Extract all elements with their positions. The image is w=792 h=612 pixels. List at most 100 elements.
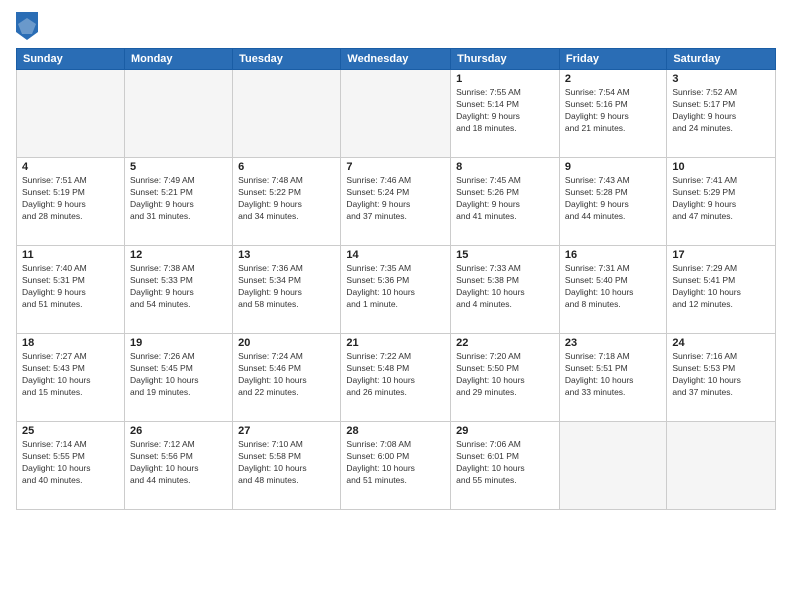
day-header-thursday: Thursday xyxy=(451,49,560,70)
day-info: Sunrise: 7:38 AM Sunset: 5:33 PM Dayligh… xyxy=(130,263,227,311)
day-number: 6 xyxy=(238,161,335,173)
calendar-cell xyxy=(17,70,125,158)
calendar-cell: 20 Sunrise: 7:24 AM Sunset: 5:46 PM Dayli… xyxy=(233,334,341,422)
day-info: Sunrise: 7:52 AM Sunset: 5:17 PM Dayligh… xyxy=(672,87,770,135)
day-info: Sunrise: 7:55 AM Sunset: 5:14 PM Dayligh… xyxy=(456,87,554,135)
day-info: Sunrise: 7:36 AM Sunset: 5:34 PM Dayligh… xyxy=(238,263,335,311)
day-number: 21 xyxy=(346,337,445,349)
calendar-cell: 29Sunrise: 7:06 AM Sunset: 6:01 PM Dayli… xyxy=(451,422,560,510)
calendar-cell: 14Sunrise: 7:35 AM Sunset: 5:36 PM Dayli… xyxy=(341,246,451,334)
calendar-cell: 19 Sunrise: 7:26 AM Sunset: 5:45 PM Dayli… xyxy=(124,334,232,422)
calendar-cell: 15 Sunrise: 7:33 AM Sunset: 5:38 PM Dayli… xyxy=(451,246,560,334)
calendar-cell: 10 Sunrise: 7:41 AM Sunset: 5:29 PM Dayli… xyxy=(667,158,776,246)
day-info: Sunrise: 7:22 AM Sunset: 5:48 PM Dayligh… xyxy=(346,351,445,399)
day-number: 17 xyxy=(672,249,770,261)
day-number: 29 xyxy=(456,425,554,437)
day-info: Sunrise: 7:12 AM Sunset: 5:56 PM Dayligh… xyxy=(130,439,227,487)
day-info: Sunrise: 7:45 AM Sunset: 5:26 PM Dayligh… xyxy=(456,175,554,223)
day-info: Sunrise: 7:26 AM Sunset: 5:45 PM Dayligh… xyxy=(130,351,227,399)
logo-icon xyxy=(16,12,38,40)
calendar-cell: 28Sunrise: 7:08 AM Sunset: 6:00 PM Dayli… xyxy=(341,422,451,510)
calendar-cell: 18 Sunrise: 7:27 AM Sunset: 5:43 PM Dayli… xyxy=(17,334,125,422)
calendar-cell: 26 Sunrise: 7:12 AM Sunset: 5:56 PM Dayli… xyxy=(124,422,232,510)
day-number: 3 xyxy=(672,73,770,85)
calendar-cell: 16 Sunrise: 7:31 AM Sunset: 5:40 PM Dayli… xyxy=(559,246,666,334)
day-number: 19 xyxy=(130,337,227,349)
day-info: Sunrise: 7:14 AM Sunset: 5:55 PM Dayligh… xyxy=(22,439,119,487)
calendar-table: SundayMondayTuesdayWednesdayThursdayFrid… xyxy=(16,48,776,510)
day-info: Sunrise: 7:51 AM Sunset: 5:19 PM Dayligh… xyxy=(22,175,119,223)
day-header-saturday: Saturday xyxy=(667,49,776,70)
day-info: Sunrise: 7:40 AM Sunset: 5:31 PM Dayligh… xyxy=(22,263,119,311)
day-number: 9 xyxy=(565,161,661,173)
week-row-1: 1Sunrise: 7:55 AM Sunset: 5:14 PM Daylig… xyxy=(17,70,776,158)
day-number: 10 xyxy=(672,161,770,173)
calendar-cell: 13 Sunrise: 7:36 AM Sunset: 5:34 PM Dayli… xyxy=(233,246,341,334)
day-number: 12 xyxy=(130,249,227,261)
day-info: Sunrise: 7:48 AM Sunset: 5:22 PM Dayligh… xyxy=(238,175,335,223)
calendar-cell: 9 Sunrise: 7:43 AM Sunset: 5:28 PM Daylig… xyxy=(559,158,666,246)
calendar-cell: 25 Sunrise: 7:14 AM Sunset: 5:55 PM Dayli… xyxy=(17,422,125,510)
day-info: Sunrise: 7:43 AM Sunset: 5:28 PM Dayligh… xyxy=(565,175,661,223)
calendar-cell: 23Sunrise: 7:18 AM Sunset: 5:51 PM Dayli… xyxy=(559,334,666,422)
day-info: Sunrise: 7:10 AM Sunset: 5:58 PM Dayligh… xyxy=(238,439,335,487)
day-info: Sunrise: 7:46 AM Sunset: 5:24 PM Dayligh… xyxy=(346,175,445,223)
day-number: 25 xyxy=(22,425,119,437)
day-number: 16 xyxy=(565,249,661,261)
week-row-4: 18 Sunrise: 7:27 AM Sunset: 5:43 PM Dayli… xyxy=(17,334,776,422)
day-number: 2 xyxy=(565,73,661,85)
day-info: Sunrise: 7:35 AM Sunset: 5:36 PM Dayligh… xyxy=(346,263,445,311)
day-number: 20 xyxy=(238,337,335,349)
day-header-wednesday: Wednesday xyxy=(341,49,451,70)
calendar-cell: 11 Sunrise: 7:40 AM Sunset: 5:31 PM Dayli… xyxy=(17,246,125,334)
day-header-monday: Monday xyxy=(124,49,232,70)
header xyxy=(16,12,776,40)
calendar-cell: 12 Sunrise: 7:38 AM Sunset: 5:33 PM Dayli… xyxy=(124,246,232,334)
calendar-cell: 7 Sunrise: 7:46 AM Sunset: 5:24 PM Daylig… xyxy=(341,158,451,246)
calendar-cell xyxy=(233,70,341,158)
day-number: 11 xyxy=(22,249,119,261)
day-info: Sunrise: 7:49 AM Sunset: 5:21 PM Dayligh… xyxy=(130,175,227,223)
calendar-cell xyxy=(341,70,451,158)
day-info: Sunrise: 7:18 AM Sunset: 5:51 PM Dayligh… xyxy=(565,351,661,399)
day-number: 24 xyxy=(672,337,770,349)
calendar-cell: 3 Sunrise: 7:52 AM Sunset: 5:17 PM Daylig… xyxy=(667,70,776,158)
page: SundayMondayTuesdayWednesdayThursdayFrid… xyxy=(0,0,792,612)
day-info: Sunrise: 7:29 AM Sunset: 5:41 PM Dayligh… xyxy=(672,263,770,311)
calendar-cell: 4 Sunrise: 7:51 AM Sunset: 5:19 PM Daylig… xyxy=(17,158,125,246)
calendar-cell xyxy=(124,70,232,158)
calendar-cell: 21 Sunrise: 7:22 AM Sunset: 5:48 PM Dayli… xyxy=(341,334,451,422)
day-number: 5 xyxy=(130,161,227,173)
day-number: 26 xyxy=(130,425,227,437)
calendar-cell xyxy=(667,422,776,510)
day-number: 22 xyxy=(456,337,554,349)
logo xyxy=(16,12,42,40)
day-info: Sunrise: 7:33 AM Sunset: 5:38 PM Dayligh… xyxy=(456,263,554,311)
calendar-cell: 6 Sunrise: 7:48 AM Sunset: 5:22 PM Daylig… xyxy=(233,158,341,246)
week-row-2: 4 Sunrise: 7:51 AM Sunset: 5:19 PM Daylig… xyxy=(17,158,776,246)
calendar-cell: 8 Sunrise: 7:45 AM Sunset: 5:26 PM Daylig… xyxy=(451,158,560,246)
day-header-friday: Friday xyxy=(559,49,666,70)
day-number: 8 xyxy=(456,161,554,173)
calendar-cell: 22 Sunrise: 7:20 AM Sunset: 5:50 PM Dayli… xyxy=(451,334,560,422)
day-number: 7 xyxy=(346,161,445,173)
calendar-cell: 2 Sunrise: 7:54 AM Sunset: 5:16 PM Daylig… xyxy=(559,70,666,158)
day-number: 4 xyxy=(22,161,119,173)
day-info: Sunrise: 7:16 AM Sunset: 5:53 PM Dayligh… xyxy=(672,351,770,399)
day-info: Sunrise: 7:31 AM Sunset: 5:40 PM Dayligh… xyxy=(565,263,661,311)
day-info: Sunrise: 7:27 AM Sunset: 5:43 PM Dayligh… xyxy=(22,351,119,399)
day-header-tuesday: Tuesday xyxy=(233,49,341,70)
header-row: SundayMondayTuesdayWednesdayThursdayFrid… xyxy=(17,49,776,70)
day-header-sunday: Sunday xyxy=(17,49,125,70)
day-info: Sunrise: 7:54 AM Sunset: 5:16 PM Dayligh… xyxy=(565,87,661,135)
calendar-cell: 27Sunrise: 7:10 AM Sunset: 5:58 PM Dayli… xyxy=(233,422,341,510)
calendar-cell: 24 Sunrise: 7:16 AM Sunset: 5:53 PM Dayli… xyxy=(667,334,776,422)
day-info: Sunrise: 7:20 AM Sunset: 5:50 PM Dayligh… xyxy=(456,351,554,399)
calendar-cell xyxy=(559,422,666,510)
day-number: 15 xyxy=(456,249,554,261)
day-number: 13 xyxy=(238,249,335,261)
day-info: Sunrise: 7:24 AM Sunset: 5:46 PM Dayligh… xyxy=(238,351,335,399)
day-info: Sunrise: 7:41 AM Sunset: 5:29 PM Dayligh… xyxy=(672,175,770,223)
day-number: 18 xyxy=(22,337,119,349)
day-info: Sunrise: 7:08 AM Sunset: 6:00 PM Dayligh… xyxy=(346,439,445,487)
